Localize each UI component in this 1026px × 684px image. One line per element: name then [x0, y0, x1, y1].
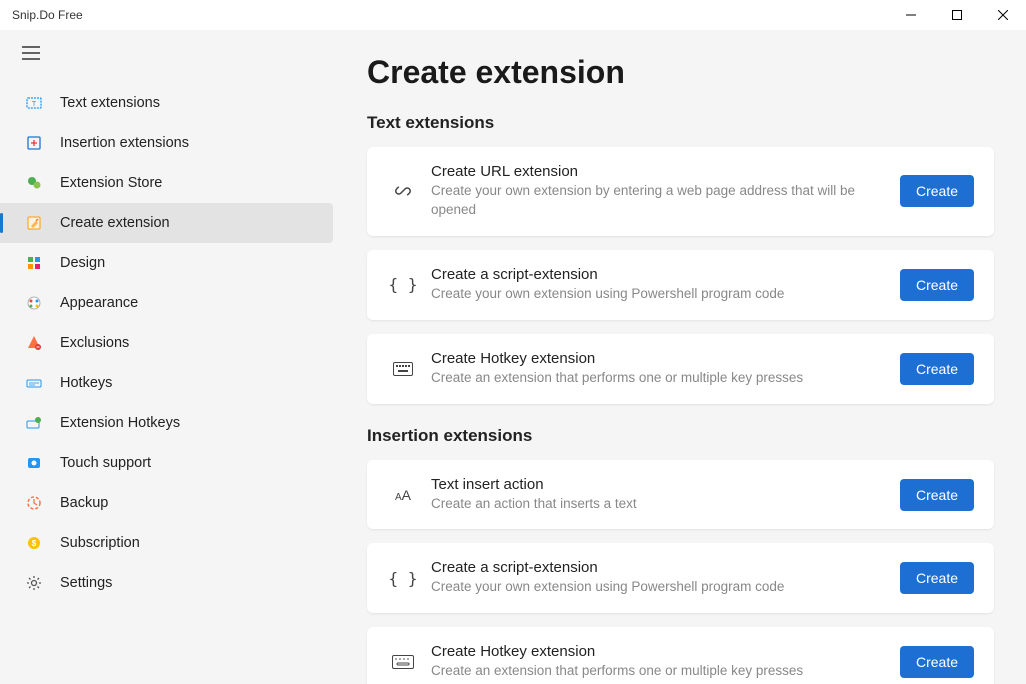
design-icon	[24, 253, 44, 273]
touch-icon	[24, 453, 44, 473]
card-body: Create Hotkey extension Create an extensi…	[423, 350, 900, 388]
sidebar-item-subscription[interactable]: $ Subscription	[0, 523, 333, 563]
keyboard-icon	[383, 362, 423, 376]
section: Insertion extensionsAAText insert action…	[367, 426, 994, 684]
section-title: Text extensions	[367, 113, 994, 133]
sidebar-item-design[interactable]: Design	[0, 243, 333, 283]
sidebar-item-label: Extension Hotkeys	[60, 415, 180, 431]
hotkeys-icon	[24, 373, 44, 393]
maximize-button[interactable]	[934, 0, 980, 30]
sidebar-item-label: Design	[60, 255, 105, 271]
extension-card: Create URL extension Create your own exte…	[367, 147, 994, 236]
backup-icon	[24, 493, 44, 513]
card-description: Create an extension that performs one or…	[431, 369, 892, 388]
sidebar-item-label: Touch support	[60, 455, 151, 471]
sidebar-item-label: Extension Store	[60, 175, 162, 191]
sidebar-item-create[interactable]: Create extension	[0, 203, 333, 243]
sidebar-item-store[interactable]: Extension Store	[0, 163, 333, 203]
sidebar-item-ext-hotkeys[interactable]: Extension Hotkeys	[0, 403, 333, 443]
section-title: Insertion extensions	[367, 426, 994, 446]
store-icon	[24, 173, 44, 193]
sidebar-item-hotkeys[interactable]: Hotkeys	[0, 363, 333, 403]
hamburger-icon	[22, 46, 40, 60]
sidebar-item-touch[interactable]: Touch support	[0, 443, 333, 483]
sidebar-item-settings[interactable]: Settings	[0, 563, 333, 603]
sidebar-item-appearance[interactable]: Appearance	[0, 283, 333, 323]
card-title: Create URL extension	[431, 163, 892, 180]
sidebar-item-label: Exclusions	[60, 335, 129, 351]
card-description: Create your own extension using Powershe…	[431, 578, 892, 597]
main-content: Create extension Text extensions Create U…	[335, 30, 1026, 684]
text-ext-icon: T	[24, 93, 44, 113]
extension-card: { } Create a script-extension Create your …	[367, 250, 994, 320]
minimize-icon	[906, 10, 916, 20]
create-button[interactable]: Create	[900, 562, 974, 594]
sidebar-item-label: Subscription	[60, 535, 140, 551]
sidebar-item-label: Backup	[60, 495, 108, 511]
font-icon: AA	[383, 487, 423, 503]
create-button[interactable]: Create	[900, 479, 974, 511]
app-title: Snip.Do Free	[12, 8, 888, 22]
sidebar-item-exclusions[interactable]: Exclusions	[0, 323, 333, 363]
window-controls	[888, 0, 1026, 30]
sidebar-item-label: Settings	[60, 575, 112, 591]
card-body: Create a script-extension Create your own…	[423, 559, 900, 597]
create-button[interactable]: Create	[900, 269, 974, 301]
card-title: Text insert action	[431, 476, 892, 493]
svg-text:$: $	[32, 539, 37, 548]
maximize-icon	[952, 10, 962, 20]
section: Text extensionsCreate URL extensionCreat…	[367, 113, 994, 404]
card-body: Create URL extension Create your own exte…	[423, 163, 900, 220]
sidebar-item-text-ext[interactable]: T Text extensions	[0, 83, 333, 123]
close-icon	[998, 10, 1008, 20]
link-icon	[383, 181, 423, 201]
keyboard2-icon	[383, 655, 423, 669]
sidebar-item-label: Text extensions	[60, 95, 160, 111]
card-body: Create Hotkey extension Create an extensi…	[423, 643, 900, 681]
card-description: Create an extension that performs one or…	[431, 662, 892, 681]
sidebar-item-backup[interactable]: Backup	[0, 483, 333, 523]
hamburger-menu[interactable]	[0, 38, 335, 83]
appearance-icon	[24, 293, 44, 313]
titlebar: Snip.Do Free	[0, 0, 1026, 30]
extension-card: AA Text insert action Create an action tha…	[367, 460, 994, 530]
sidebar-item-label: Insertion extensions	[60, 135, 189, 151]
sidebar-item-label: Appearance	[60, 295, 138, 311]
ext-hotkeys-icon	[24, 413, 44, 433]
sidebar-item-insert-ext[interactable]: Insertion extensions	[0, 123, 333, 163]
insert-ext-icon	[24, 133, 44, 153]
page-title: Create extension	[367, 54, 994, 91]
card-body: Create a script-extension Create your own…	[423, 266, 900, 304]
minimize-button[interactable]	[888, 0, 934, 30]
create-button[interactable]: Create	[900, 646, 974, 678]
sidebar-item-label: Hotkeys	[60, 375, 112, 391]
settings-icon	[24, 573, 44, 593]
create-button[interactable]: Create	[900, 175, 974, 207]
create-icon	[24, 213, 44, 233]
extension-card: { } Create a script-extension Create your …	[367, 543, 994, 613]
extension-card: Create Hotkey extension Create an extensi…	[367, 627, 994, 684]
sidebar-item-label: Create extension	[60, 215, 170, 231]
card-title: Create a script-extension	[431, 266, 892, 283]
exclusions-icon	[24, 333, 44, 353]
extension-card: Create Hotkey extension Create an extensi…	[367, 334, 994, 404]
subscription-icon: $	[24, 533, 44, 553]
card-title: Create Hotkey extension	[431, 350, 892, 367]
create-button[interactable]: Create	[900, 353, 974, 385]
braces-icon: { }	[383, 275, 423, 294]
braces-icon: { }	[383, 569, 423, 588]
card-body: Text insert action Create an action that …	[423, 476, 900, 514]
close-button[interactable]	[980, 0, 1026, 30]
card-description: Create your own extension by entering a …	[431, 182, 892, 220]
card-title: Create a script-extension	[431, 559, 892, 576]
card-description: Create your own extension using Powershe…	[431, 285, 892, 304]
card-title: Create Hotkey extension	[431, 643, 892, 660]
sidebar: T Text extensions Insertion extensions Exte…	[0, 30, 335, 684]
svg-text:T: T	[32, 101, 37, 108]
card-description: Create an action that inserts a text	[431, 495, 892, 514]
